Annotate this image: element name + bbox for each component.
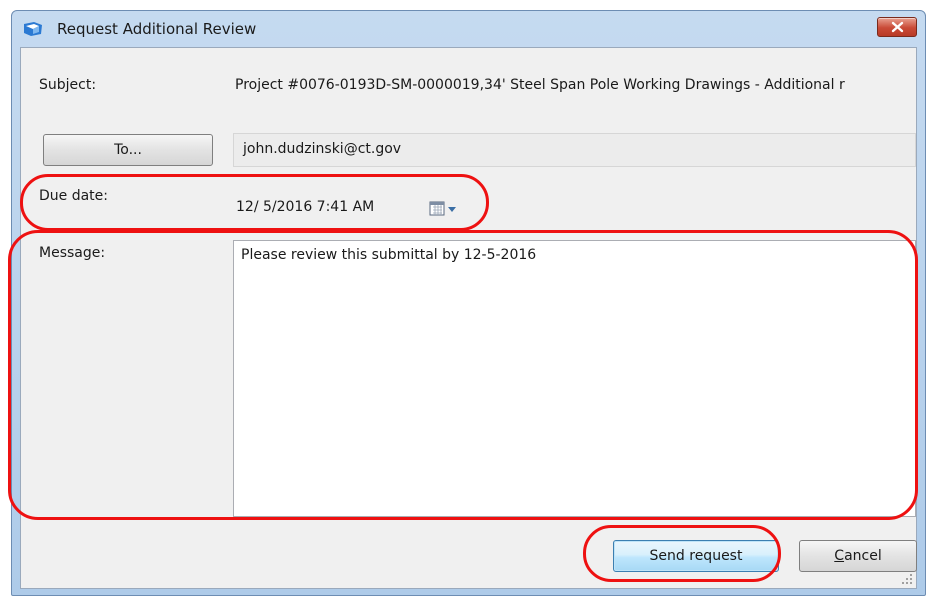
to-recipients-field[interactable]: john.dudzinski@ct.gov — [233, 133, 916, 167]
send-request-label: Send request — [649, 548, 743, 564]
to-button[interactable]: To... — [43, 134, 213, 166]
to-recipients-value: john.dudzinski@ct.gov — [243, 141, 402, 157]
dialog-body: Subject: Project #0076-0193D-SM-0000019,… — [20, 47, 917, 589]
message-textarea[interactable]: Please review this submittal by 12-5-201… — [233, 240, 916, 517]
close-button[interactable] — [877, 17, 917, 37]
cancel-button[interactable]: Cancel — [799, 540, 917, 572]
due-date-value: 12/ 5/2016 7:41 AM — [236, 199, 375, 215]
due-date-picker[interactable]: 12/ 5/2016 7:41 AM — [233, 194, 481, 222]
app-logo-icon — [23, 20, 43, 38]
title-bar[interactable]: Request Additional Review — [12, 11, 925, 47]
message-label: Message: — [39, 245, 106, 261]
cancel-label: Cancel — [834, 548, 882, 564]
close-icon — [891, 21, 904, 33]
resize-grip-icon[interactable] — [901, 573, 913, 585]
to-button-label: To... — [114, 142, 142, 158]
calendar-dropdown-icon[interactable] — [428, 199, 464, 219]
message-value: Please review this submittal by 12-5-201… — [241, 247, 537, 263]
due-date-label: Due date: — [39, 188, 109, 204]
subject-label: Subject: — [39, 77, 97, 93]
send-request-button[interactable]: Send request — [613, 540, 779, 572]
dialog-window: Request Additional Review Subject: Proje… — [11, 10, 926, 596]
window-title: Request Additional Review — [57, 20, 257, 38]
subject-value: Project #0076-0193D-SM-0000019,34' Steel… — [235, 77, 845, 93]
